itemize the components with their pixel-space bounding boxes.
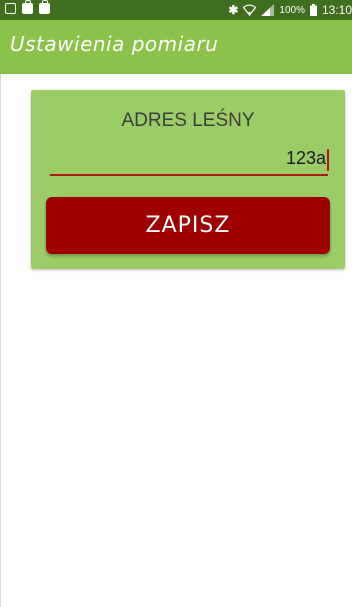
app-bar: Ustawienia pomiaru <box>0 20 352 74</box>
wifi-icon <box>243 4 257 16</box>
bluetooth-icon: ✱ <box>228 3 239 17</box>
settings-card: ADRES LEŚNY 123a ZAPISZ <box>31 90 345 269</box>
forest-address-value[interactable]: 123a <box>286 148 326 169</box>
forest-address-input[interactable]: 123a <box>50 146 329 176</box>
battery-icon <box>309 4 317 16</box>
text-cursor <box>327 149 329 171</box>
page-title: Ustawienia pomiaru <box>10 32 219 56</box>
signal-icon <box>261 4 275 16</box>
notification-icons <box>5 0 50 14</box>
battery-percent: 100% <box>279 4 305 16</box>
system-icons: ✱ 100% 13:10 <box>228 3 352 17</box>
bag-icon <box>39 0 50 14</box>
divider <box>0 74 1 607</box>
save-button[interactable]: ZAPISZ <box>46 197 330 254</box>
gallery-icon <box>5 3 16 14</box>
status-bar: ✱ 100% 13:10 <box>0 0 352 20</box>
bag-icon <box>22 0 33 14</box>
clock: 13:10 <box>321 3 352 17</box>
forest-address-label: ADRES LEŚNY <box>121 110 255 131</box>
